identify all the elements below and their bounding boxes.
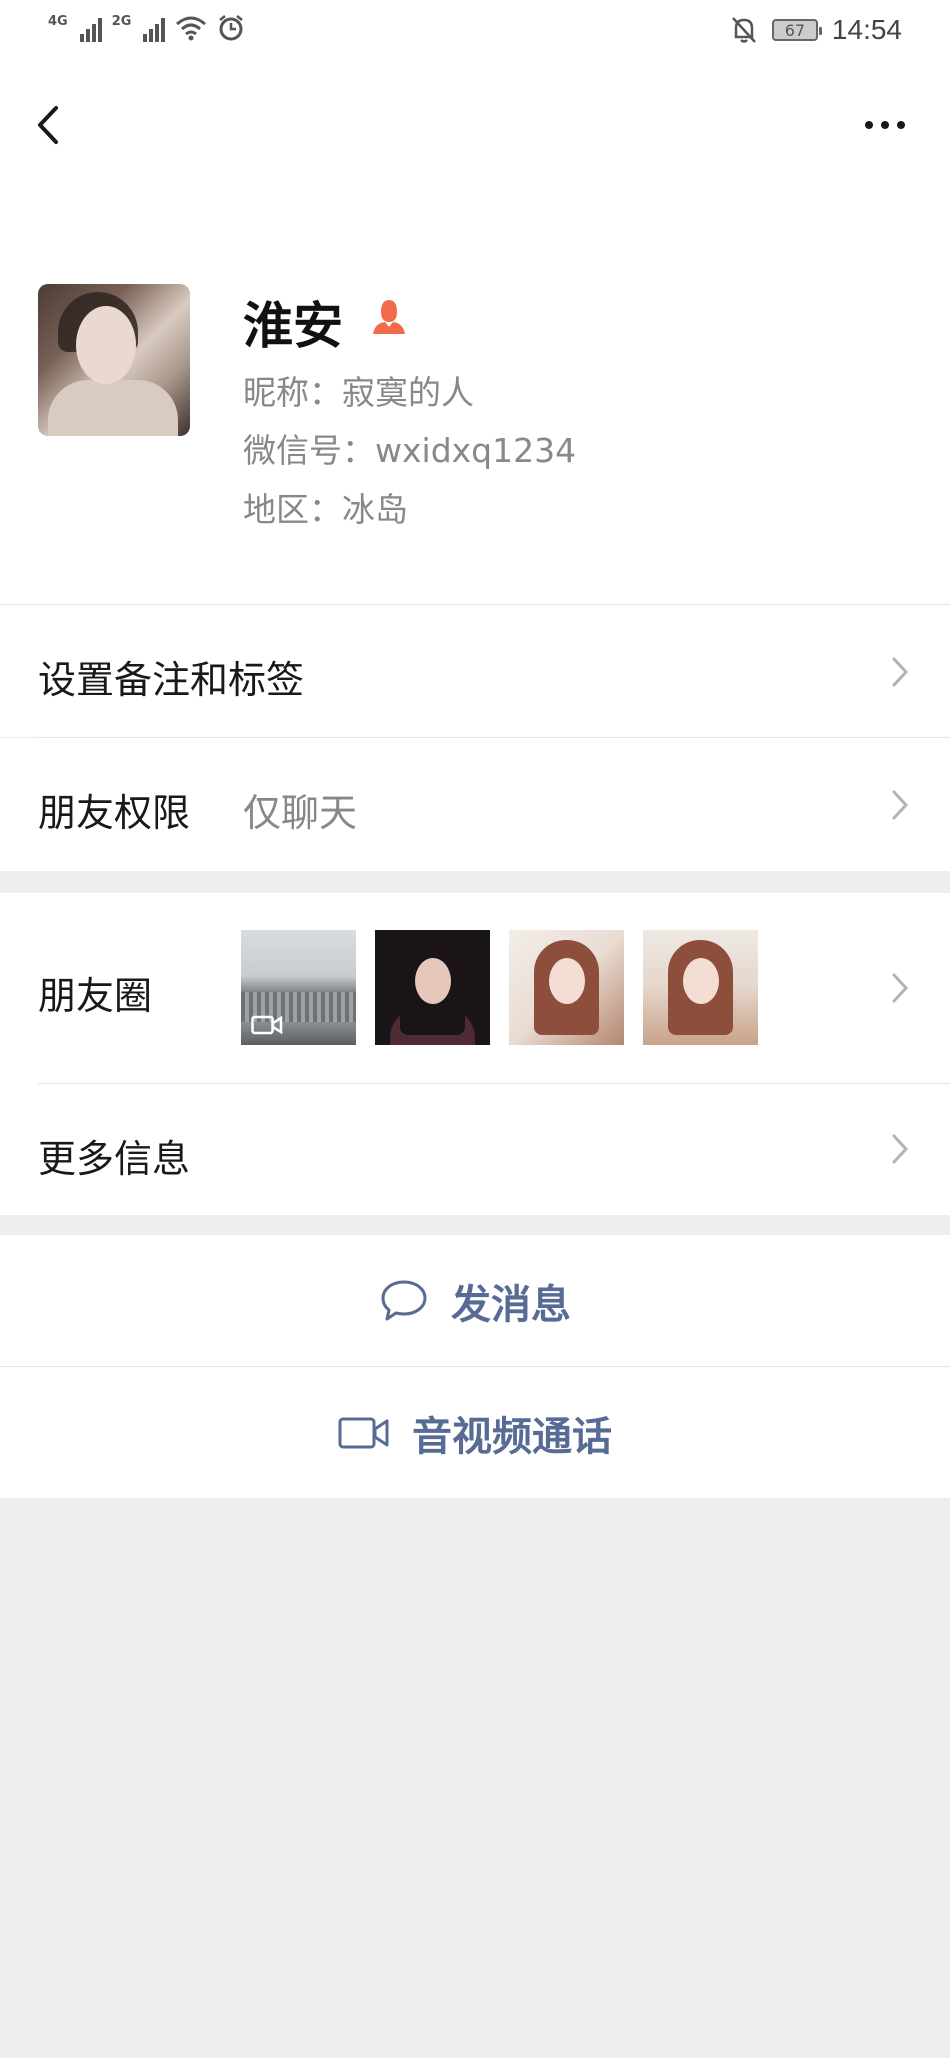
contact-name: 淮安	[243, 297, 343, 355]
friend-permission-row[interactable]: 朋友权限 仅聊天	[0, 738, 950, 871]
status-bar: 4G 2G 67 14:54	[0, 0, 950, 66]
section-gap	[0, 871, 950, 893]
nickname: 昵称：寂寞的人	[243, 373, 474, 412]
moments-label: 朋友圈	[38, 974, 153, 1018]
wechat-id: 微信号：wxidxq1234	[243, 431, 577, 470]
signal-icon	[79, 14, 102, 42]
remark-tags-row[interactable]: 设置备注和标签	[0, 605, 950, 737]
network-type-1: 4G	[48, 14, 68, 29]
friend-permission-label: 朋友权限	[38, 791, 191, 835]
moment-thumbnail[interactable]	[643, 930, 758, 1045]
more-info-row[interactable]: 更多信息	[0, 1084, 950, 1215]
chevron-right-icon	[892, 790, 909, 820]
friend-permission-value: 仅聊天	[243, 791, 358, 835]
chevron-right-icon	[892, 657, 909, 687]
chevron-right-icon	[892, 1134, 909, 1164]
remark-tags-label: 设置备注和标签	[38, 658, 305, 702]
network-type-2: 2G	[111, 14, 132, 29]
send-message-button[interactable]: 发消息	[0, 1235, 950, 1366]
avatar[interactable]	[38, 284, 190, 436]
video-call-button[interactable]: 音视频通话	[0, 1367, 950, 1498]
battery-level: 67	[784, 20, 806, 40]
moment-thumbnail[interactable]	[375, 930, 490, 1045]
send-message-label: 发消息	[451, 1281, 571, 1328]
video-call-label: 音视频通话	[412, 1413, 612, 1460]
video-icon	[251, 1015, 283, 1035]
alarm-icon	[219, 15, 244, 41]
user-icon	[373, 300, 405, 334]
battery-indicator: 67	[771, 19, 822, 41]
video-camera-icon	[338, 1417, 389, 1448]
section-gap	[0, 1215, 950, 1235]
more-icon[interactable]	[860, 110, 910, 140]
moment-thumbnail[interactable]	[509, 930, 624, 1045]
back-icon[interactable]	[30, 100, 70, 150]
wifi-icon	[176, 16, 207, 41]
clock: 14:54	[831, 14, 902, 45]
chat-bubble-icon	[381, 1280, 427, 1320]
signal-icon	[143, 14, 166, 42]
chevron-right-icon	[892, 973, 909, 1003]
mute-notification-icon	[732, 17, 756, 43]
region: 地区：冰岛	[243, 490, 408, 529]
moment-thumbnail[interactable]	[241, 930, 356, 1045]
more-info-label: 更多信息	[38, 1137, 191, 1181]
